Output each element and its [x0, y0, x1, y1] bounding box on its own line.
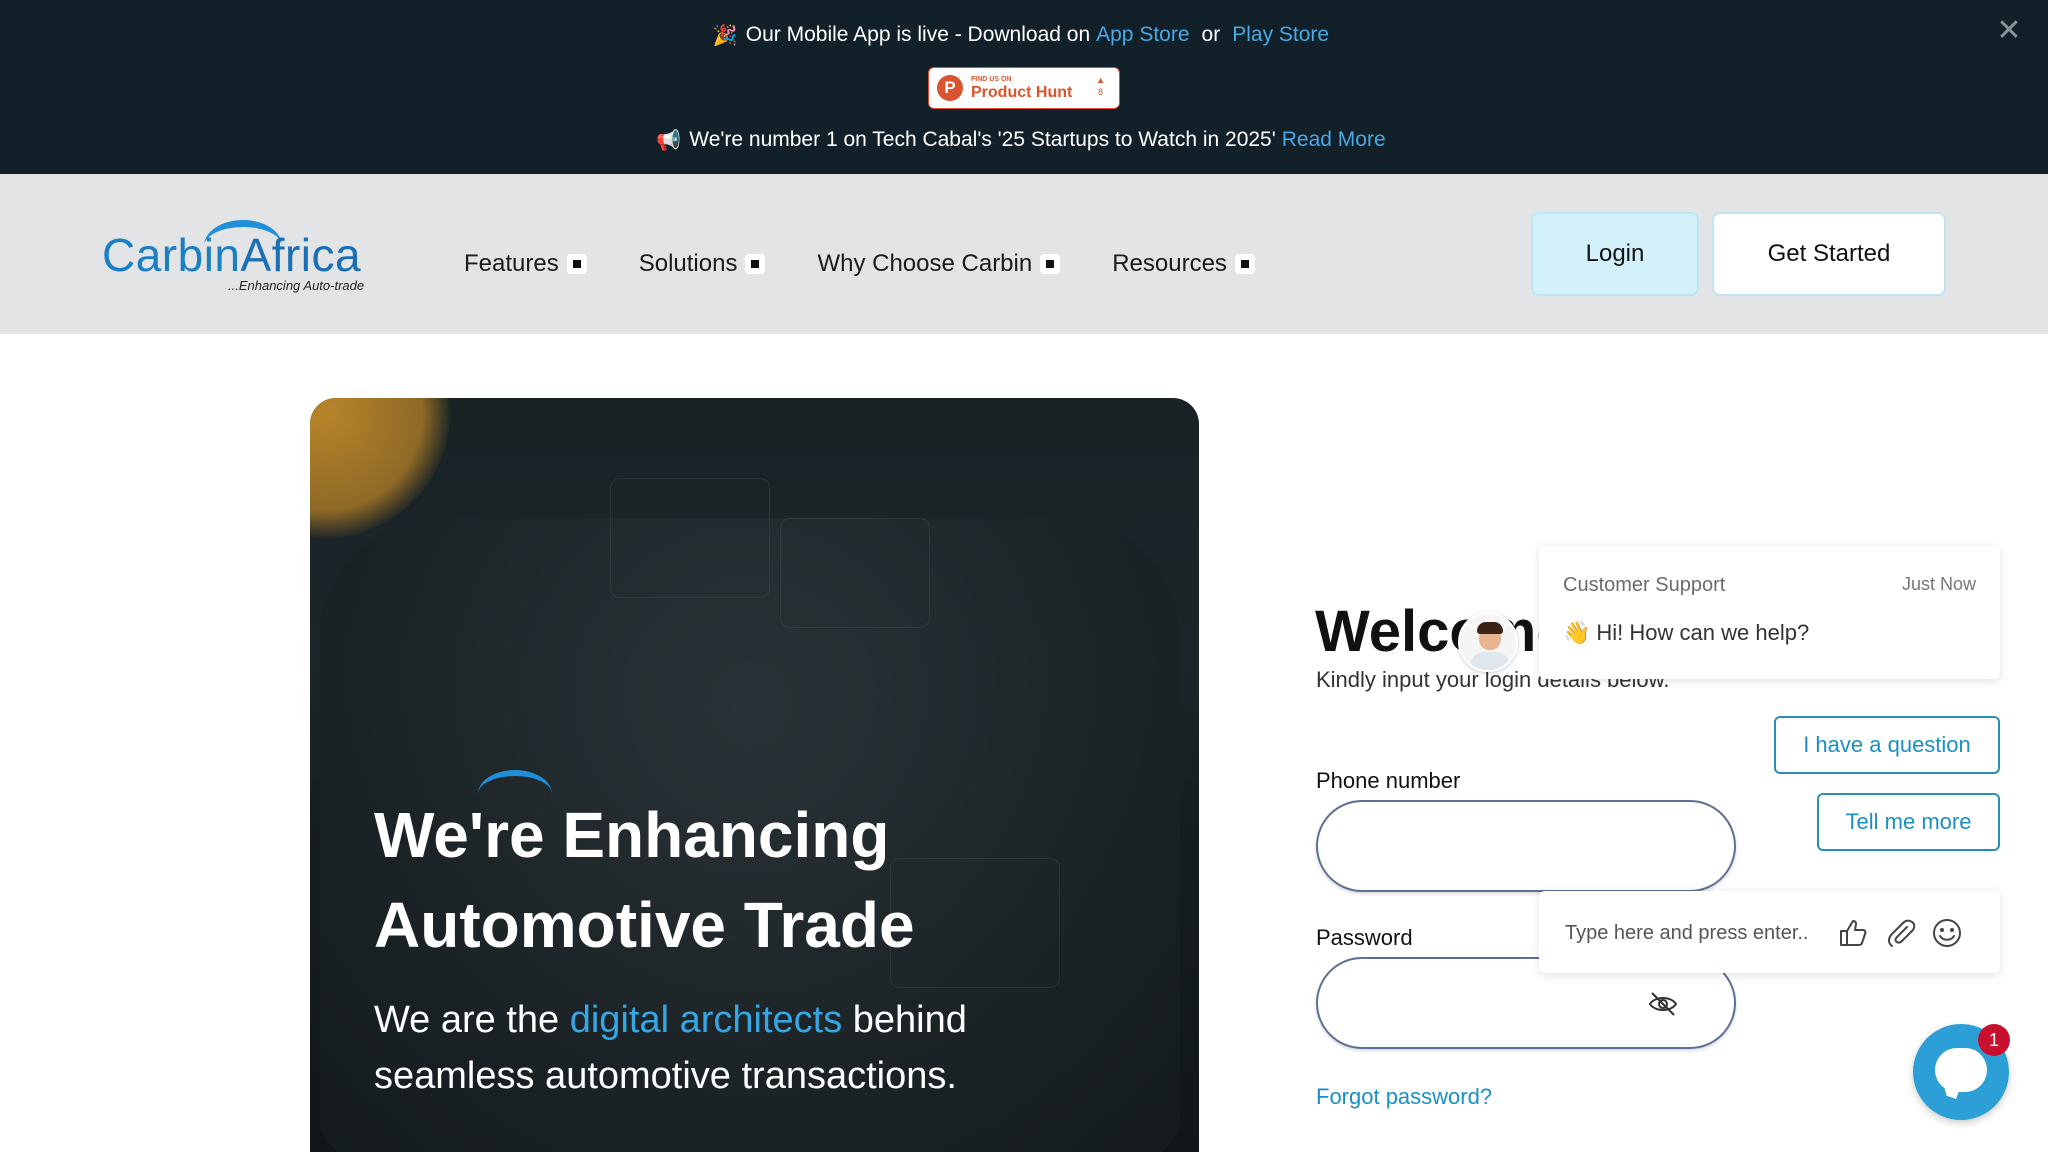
- upvote-number: 8: [1098, 87, 1104, 97]
- quick-reply-question[interactable]: I have a question: [1774, 716, 2000, 774]
- product-hunt-icon: P: [937, 75, 963, 101]
- read-more-link[interactable]: Read More: [1282, 128, 1386, 152]
- phone-number-label: Phone number: [1316, 768, 1461, 793]
- nav-why-choose-carbin-label: Why Choose Carbin: [817, 250, 1033, 277]
- product-hunt-badge[interactable]: P FIND US ON Product Hunt ▲ 8: [928, 67, 1120, 109]
- site-header: CarbinAfrica ...Enhancing Auto-trade Fea…: [0, 174, 2048, 334]
- nav-resources[interactable]: Resources: [1112, 250, 1255, 278]
- upvote-arrow-icon: ▲: [1096, 75, 1105, 85]
- login-button[interactable]: Login: [1531, 212, 1699, 296]
- chat-input-bar: [1539, 891, 2000, 973]
- emoji-icon[interactable]: [1931, 917, 1963, 949]
- press-notice: 📢 We're number 1 on Tech Cabal's '25 Sta…: [0, 125, 2048, 155]
- nav-features[interactable]: Features: [464, 250, 587, 278]
- chat-message-input[interactable]: [1565, 913, 1835, 953]
- play-store-link[interactable]: Play Store: [1232, 23, 1329, 47]
- decor-grid: [610, 478, 770, 598]
- chat-message-text: Hi! How can we help?: [1596, 620, 1810, 645]
- get-started-button[interactable]: Get Started: [1712, 212, 1946, 296]
- thumbs-up-icon[interactable]: [1837, 917, 1869, 949]
- phone-number-field[interactable]: [1316, 800, 1736, 892]
- app-launch-text: Our Mobile App is live - Download on: [745, 23, 1091, 46]
- party-icon: 🎉: [712, 23, 738, 47]
- logo-tagline: ...Enhancing Auto-trade: [228, 278, 365, 293]
- nav-why-choose-carbin[interactable]: Why Choose Carbin: [817, 250, 1061, 278]
- decor-grid: [780, 518, 930, 628]
- decor-glow: [310, 398, 450, 538]
- paperclip-icon[interactable]: [1885, 917, 1917, 949]
- password-input[interactable]: [1342, 979, 1672, 1029]
- chat-message: 👋 Hi! How can we help?: [1563, 620, 1809, 646]
- chat-message-card: Customer Support Just Now 👋 Hi! How can w…: [1539, 546, 2000, 679]
- press-text: We're number 1 on Tech Cabal's '25 Start…: [689, 128, 1276, 151]
- chevron-down-icon: [1040, 254, 1061, 274]
- megaphone-icon: 📢: [656, 128, 682, 152]
- support-agent-avatar: [1458, 612, 1518, 672]
- wave-icon: 👋: [1563, 621, 1591, 646]
- close-icon[interactable]: ✕: [1994, 16, 2024, 46]
- unread-count-badge: 1: [1978, 1024, 2010, 1056]
- or-text: or: [1201, 23, 1221, 46]
- phone-number-input[interactable]: [1342, 822, 1672, 872]
- eye-off-icon[interactable]: [1648, 991, 1678, 1017]
- chevron-down-icon: [1234, 254, 1255, 274]
- nav-solutions[interactable]: Solutions: [639, 250, 766, 278]
- chat-timestamp: Just Now: [1901, 574, 1976, 594]
- quick-reply-tell-more[interactable]: Tell me more: [1817, 793, 2000, 851]
- announcement-bar: 🎉 Our Mobile App is live - Download on A…: [0, 0, 2048, 174]
- carbin-africa-logo[interactable]: CarbinAfrica ...Enhancing Auto-trade: [102, 214, 382, 294]
- nav-solutions-label: Solutions: [638, 250, 738, 277]
- app-store-link[interactable]: App Store: [1096, 23, 1189, 47]
- chevron-down-icon: [566, 254, 587, 274]
- product-hunt-small-text: FIND US ON: [971, 75, 1012, 83]
- nav-features-label: Features: [464, 250, 559, 277]
- chevron-down-icon: [745, 254, 766, 274]
- chat-agent-name: Customer Support: [1563, 574, 1726, 596]
- product-hunt-label: Product Hunt: [971, 83, 1073, 101]
- app-launch-notice: 🎉 Our Mobile App is live - Download on A…: [0, 20, 2048, 50]
- forgot-password-link[interactable]: Forgot password?: [1316, 1084, 1492, 1110]
- welcome-heading: Welcome: [1315, 599, 1569, 664]
- hero-card: We're Enhancing Automotive Trade We are …: [310, 398, 1199, 1152]
- logo-wordmark: CarbinAfrica: [102, 229, 362, 281]
- nav-resources-label: Resources: [1112, 250, 1227, 277]
- upvote-count: ▲ 8: [1096, 74, 1105, 98]
- password-label: Password: [1316, 925, 1413, 950]
- main-nav: Features Solutions Why Choose Carbin Res…: [464, 250, 1307, 278]
- hero-subtitle: We are the digital architects behind sea…: [374, 999, 967, 1097]
- hero-title: We're Enhancing Automotive Trade: [374, 799, 915, 961]
